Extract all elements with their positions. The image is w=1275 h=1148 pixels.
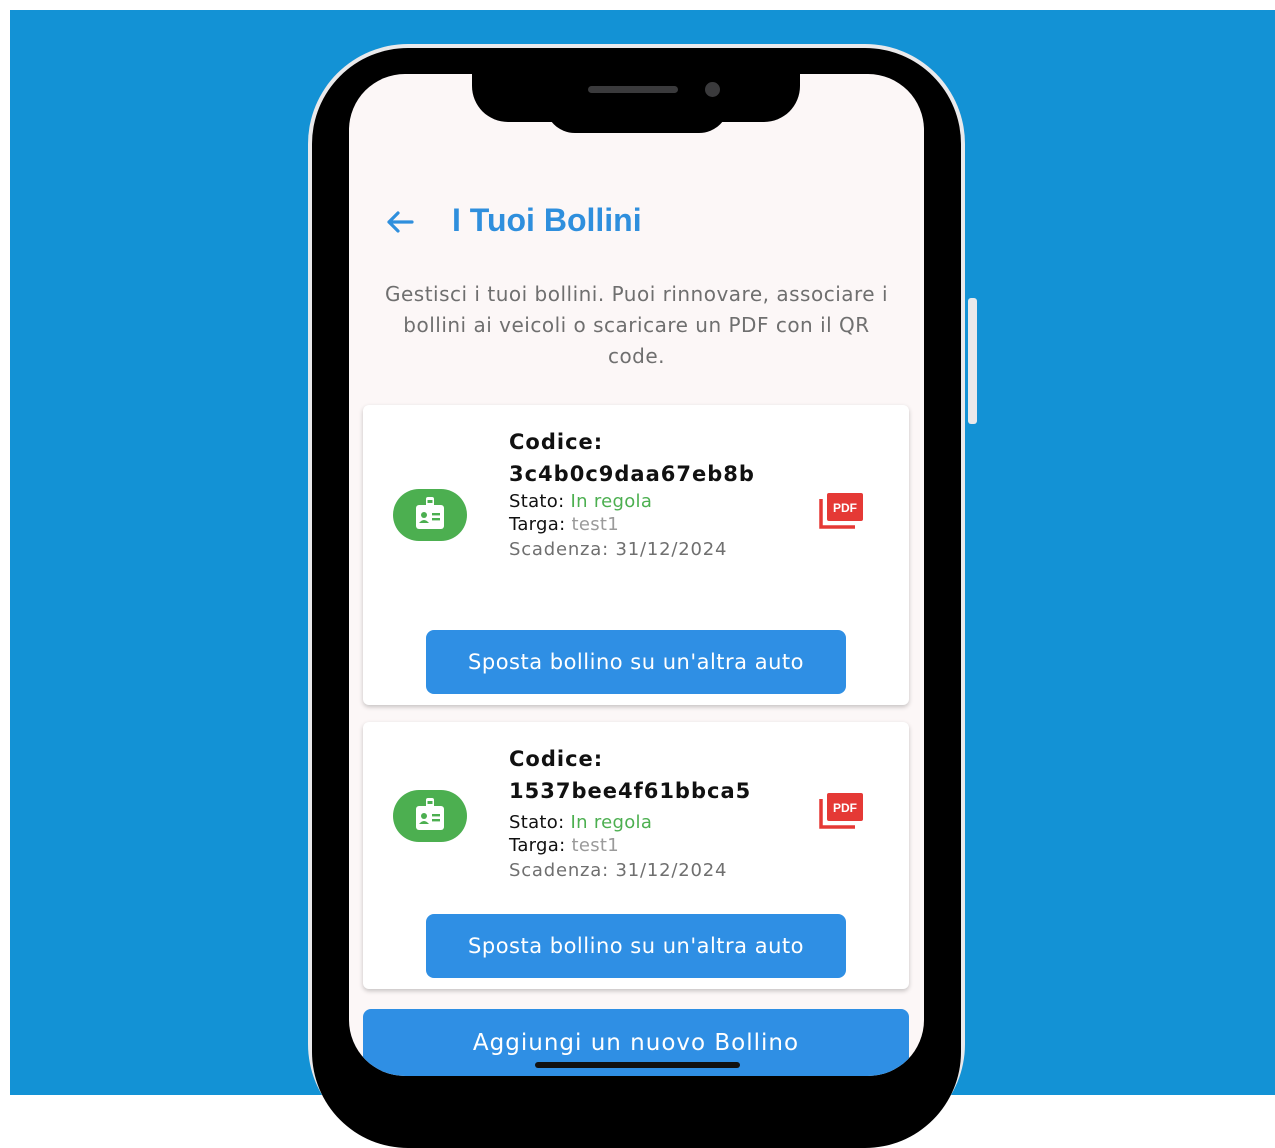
move-bollino-button[interactable]: Sposta bollino su un'altra auto	[426, 630, 846, 694]
bollino-info: Codice: 1537bee4f61bbca5 Stato: In regol…	[509, 743, 799, 882]
status-value: In regola	[570, 491, 653, 512]
bollino-info: Codice: 3c4b0c9daa67eb8b Stato: In regol…	[509, 426, 799, 561]
badge-icon	[393, 790, 467, 842]
phone-power-button	[968, 298, 977, 424]
svg-text:PDF: PDF	[833, 501, 857, 515]
code-label: Codice:	[509, 430, 604, 454]
badge-icon	[393, 489, 467, 541]
plate-value: test1	[571, 514, 620, 535]
plate-row: Targa: test1	[509, 513, 799, 536]
bollino-card: Codice: 3c4b0c9daa67eb8b Stato: In regol…	[363, 405, 909, 705]
svg-text:PDF: PDF	[833, 801, 857, 815]
page-title: I Tuoi Bollini	[452, 202, 642, 238]
code-value: 1537bee4f61bbca5	[509, 779, 752, 803]
phone-notch	[545, 100, 729, 133]
plate-label: Targa:	[509, 514, 566, 535]
status-label: Stato:	[509, 491, 565, 512]
move-bollino-button[interactable]: Sposta bollino su un'altra auto	[426, 914, 846, 978]
status-value: In regola	[570, 812, 653, 833]
intro-text: Gestisci i tuoi bollini. Puoi rinnovare,…	[384, 282, 889, 368]
pdf-icon[interactable]: PDF	[819, 793, 865, 829]
app-screen: I Tuoi Bollini Gestisci i tuoi bollini. …	[349, 74, 924, 1076]
code-value: 3c4b0c9daa67eb8b	[509, 462, 755, 486]
home-indicator[interactable]	[535, 1062, 740, 1068]
expiry-text: Scadenza: 31/12/2024	[509, 860, 728, 881]
plate-label: Targa:	[509, 835, 566, 856]
phone-camera	[705, 82, 720, 97]
pdf-icon[interactable]: PDF	[819, 493, 865, 529]
arrow-left-icon[interactable]	[382, 204, 418, 240]
code-label: Codice:	[509, 747, 604, 771]
phone-speaker	[588, 86, 678, 93]
expiry-text: Scadenza: 31/12/2024	[509, 539, 728, 560]
status-label: Stato:	[509, 812, 565, 833]
status-row: Stato: In regola	[509, 490, 799, 513]
bollino-card: Codice: 1537bee4f61bbca5 Stato: In regol…	[363, 722, 909, 989]
status-row: Stato: In regola	[509, 811, 799, 834]
plate-value: test1	[571, 835, 620, 856]
plate-row: Targa: test1	[509, 834, 799, 857]
